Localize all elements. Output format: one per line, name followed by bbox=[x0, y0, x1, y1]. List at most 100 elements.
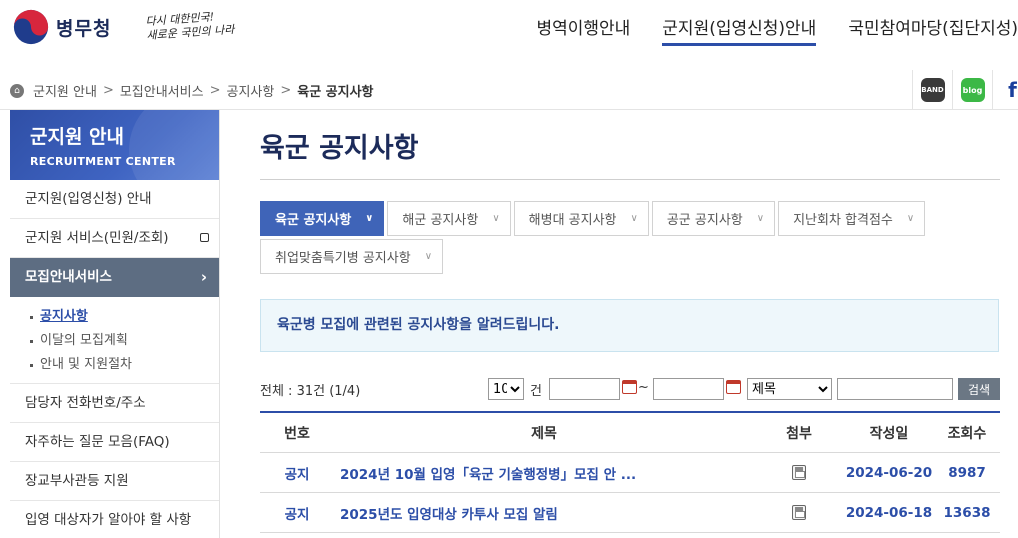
band-icon: BAND bbox=[920, 78, 945, 102]
facebook-link[interactable]: f bbox=[992, 70, 1018, 110]
sidebar-item-label: 모집안내서비스 bbox=[25, 269, 112, 285]
breadcrumb-bar: ⌂ 군지원 안내 > 모집안내서비스 > 공지사항 > 육군 공지사항 BAND… bbox=[0, 70, 1018, 110]
tab-army[interactable]: 육군 공지사항 ∨ bbox=[260, 201, 385, 236]
page-size-unit: 건 bbox=[530, 384, 542, 399]
branch-tabs: 육군 공지사항 ∨ 해군 공지사항 ∨ 해병대 공지사항 ∨ 공군 공지사항 ∨ 지난회… bbox=[260, 201, 980, 277]
sidebar-item-label: 군지원 서비스(민원/조회) bbox=[25, 230, 169, 246]
breadcrumb-item[interactable]: 공지사항 bbox=[226, 81, 274, 100]
search-button[interactable]: 검색 bbox=[958, 378, 1000, 400]
search-bar: 전체 : 31건 (1/4) 10 건 ~ 제목 검색 bbox=[260, 376, 1000, 400]
band-link[interactable]: BAND bbox=[912, 70, 952, 110]
breadcrumb-separator: > bbox=[209, 83, 221, 98]
site-header: 병무청 다시 대한민국! 새로운 국민의 나라 병역이행안내 군지원(입영신청)… bbox=[0, 0, 1018, 62]
sidebar-subitem-label: 안내 및 지원절차 bbox=[40, 357, 132, 372]
bullet-icon bbox=[30, 315, 33, 319]
calendar-icon[interactable] bbox=[622, 380, 637, 394]
chevron-down-icon: ∨ bbox=[424, 251, 433, 262]
notice-table: 번호 제목 첨부 작성일 조회수 공지 2024년 10월 입영「육군 기술행정… bbox=[260, 411, 1000, 533]
sidebar-item-label: 입영 대상자가 알아야 할 사항 bbox=[25, 512, 192, 528]
bullet-icon bbox=[30, 339, 33, 343]
sidebar-subtitle: RECRUITMENT CENTER bbox=[30, 155, 176, 168]
breadcrumb-separator: > bbox=[280, 83, 292, 98]
tab-label: 지난회차 합격점수 bbox=[793, 213, 893, 228]
column-header-attachment: 첨부 bbox=[786, 425, 812, 442]
total-count: 전체 : 31건 (1/4) bbox=[260, 384, 361, 399]
tab-label: 해군 공지사항 bbox=[402, 213, 479, 228]
sidebar-subitem-notice[interactable]: 공지사항 bbox=[30, 305, 219, 329]
tab-marines[interactable]: 해병대 공지사항 ∨ bbox=[513, 201, 649, 236]
floppy-disk-icon[interactable] bbox=[792, 505, 806, 520]
breadcrumb-current: 육군 공지사항 bbox=[297, 85, 374, 100]
taegeuk-logo-icon bbox=[13, 9, 49, 45]
end-date-input[interactable] bbox=[653, 378, 724, 400]
sidebar-item-recruitment-service[interactable]: 모집안내서비스 › bbox=[10, 258, 219, 297]
row-number: 공지 bbox=[284, 466, 310, 483]
row-date: 2024-06-20 bbox=[845, 464, 933, 481]
column-header-date: 작성일 bbox=[869, 425, 909, 442]
chevron-down-icon: ∨ bbox=[365, 213, 374, 224]
sidebar-title: 군지원 안내 bbox=[30, 126, 125, 148]
sidebar-item-label: 담당자 전화번호/주소 bbox=[25, 395, 146, 411]
breadcrumb: ⌂ 군지원 안내 > 모집안내서비스 > 공지사항 > 육군 공지사항 bbox=[10, 81, 374, 100]
sidebar-item-label: 장교부사관등 지원 bbox=[25, 473, 129, 489]
table-row[interactable]: 공지 2024년 10월 입영「육군 기술행정병」모집 안 ... 2024-0… bbox=[260, 453, 1000, 493]
breadcrumb-separator: > bbox=[102, 83, 114, 98]
chevron-down-icon: ∨ bbox=[630, 213, 638, 224]
column-header-views: 조회수 bbox=[947, 425, 987, 442]
global-nav: 병역이행안내 군지원(입영신청)안내 국민참여마당(집단지성) bbox=[504, 14, 1018, 46]
sidebar-item-faq[interactable]: 자주하는 질문 모음(FAQ) bbox=[10, 423, 219, 462]
chevron-down-icon: ∨ bbox=[756, 213, 765, 224]
sidebar-subitem-monthly-plan[interactable]: 이달의 모집계획 bbox=[30, 329, 219, 353]
start-date-input[interactable] bbox=[549, 378, 620, 400]
sidebar-item-officer-support[interactable]: 장교부사관등 지원 bbox=[10, 462, 219, 501]
sidebar-item-label: 군지원(입영신청) 안내 bbox=[25, 191, 152, 207]
sidebar-item-service-lookup[interactable]: 군지원 서비스(민원/조회) bbox=[10, 219, 219, 258]
row-date: 2024-06-18 bbox=[845, 504, 933, 521]
sidebar-header: 군지원 안내 RECRUITMENT CENTER bbox=[10, 110, 219, 180]
search-field-select[interactable]: 제목 bbox=[747, 378, 832, 400]
tab-past-scores[interactable]: 지난회차 합격점수 ∨ bbox=[778, 201, 926, 236]
sidebar-subitem-label: 이달의 모집계획 bbox=[40, 333, 128, 348]
sidebar-sublist: 공지사항 이달의 모집계획 안내 및 지원절차 bbox=[10, 297, 219, 384]
row-title-link[interactable]: 2024년 10월 입영「육군 기술행정병」모집 안 ... bbox=[334, 463, 754, 483]
blog-icon: blog bbox=[960, 78, 985, 102]
breadcrumb-item[interactable]: 군지원 안내 bbox=[33, 81, 97, 100]
tab-label: 공군 공지사항 bbox=[666, 213, 743, 228]
column-header-title: 제목 bbox=[531, 425, 557, 442]
row-title-link[interactable]: 2025년도 입영대상 카투사 모집 알림 bbox=[334, 503, 754, 523]
tab-navy[interactable]: 해군 공지사항 ∨ bbox=[387, 201, 511, 236]
tab-employment-specialty[interactable]: 취업맞춤특기병 공지사항 ∨ bbox=[260, 239, 444, 274]
tab-label: 취업맞춤특기병 공지사항 bbox=[275, 251, 411, 266]
gnb-item-service-guide[interactable]: 병역이행안내 bbox=[536, 14, 630, 46]
calendar-icon[interactable] bbox=[726, 380, 741, 394]
row-attachment bbox=[754, 465, 844, 481]
page-size-select[interactable]: 10 bbox=[488, 378, 524, 400]
breadcrumb-item[interactable]: 모집안내서비스 bbox=[120, 81, 204, 100]
table-row[interactable]: 공지 2025년도 입영대상 카투사 모집 알림 2024-06-18 1363… bbox=[260, 493, 1000, 533]
floppy-disk-icon[interactable] bbox=[792, 465, 806, 480]
search-input[interactable] bbox=[837, 378, 953, 400]
gnb-item-enlistment-guide[interactable]: 군지원(입영신청)안내 bbox=[662, 14, 817, 46]
external-window-icon bbox=[200, 233, 209, 242]
blog-link[interactable]: blog bbox=[952, 70, 992, 110]
sidebar: 군지원 안내 RECRUITMENT CENTER 군지원(입영신청) 안내 군… bbox=[10, 110, 220, 538]
notice-info-box: 육군병 모집에 관련된 공지사항을 알려드립니다. bbox=[260, 299, 999, 352]
gnb-item-public-participation[interactable]: 국민참여마당(집단지성) bbox=[848, 14, 1018, 46]
site-logo[interactable]: 병무청 bbox=[12, 8, 111, 46]
sidebar-item-label: 자주하는 질문 모음(FAQ) bbox=[25, 434, 170, 450]
main-content: 육군 공지사항 육군 공지사항 ∨ 해군 공지사항 ∨ 해병대 공지사항 ∨ 공군 공… bbox=[260, 110, 1000, 533]
sidebar-item-contacts[interactable]: 담당자 전화번호/주소 bbox=[10, 384, 219, 423]
slogan: 다시 대한민국! 새로운 국민의 나라 bbox=[145, 9, 237, 43]
date-range-tilde: ~ bbox=[638, 380, 649, 395]
row-views: 8987 bbox=[948, 464, 986, 481]
bullet-icon bbox=[30, 363, 33, 367]
page-title: 육군 공지사항 bbox=[260, 126, 1000, 180]
row-views: 13638 bbox=[943, 504, 991, 521]
facebook-icon: f bbox=[1008, 78, 1017, 102]
sidebar-item-enlistment-guide[interactable]: 군지원(입영신청) 안내 bbox=[10, 180, 219, 219]
tab-air-force[interactable]: 공군 공지사항 ∨ bbox=[651, 201, 776, 236]
row-attachment bbox=[754, 505, 844, 521]
sidebar-subitem-procedure[interactable]: 안내 및 지원절차 bbox=[30, 353, 219, 377]
home-icon[interactable]: ⌂ bbox=[10, 83, 24, 98]
sidebar-item-enlistee-info[interactable]: 입영 대상자가 알아야 할 사항 bbox=[10, 501, 219, 538]
